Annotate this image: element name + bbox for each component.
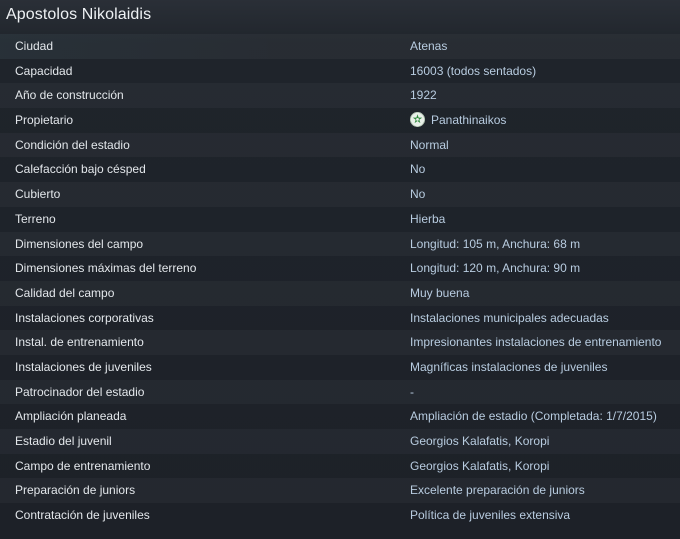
detail-row-cubierto: Cubierto No (0, 182, 680, 207)
detail-row-terreno: Terreno Hierba (0, 207, 680, 232)
detail-row-dimensiones-campo: Dimensiones del campo Longitud: 105 m, A… (0, 232, 680, 257)
detail-label: Condición del estadio (15, 137, 130, 152)
detail-value: Longitud: 120 m, Anchura: 90 m (410, 261, 581, 276)
detail-value: No (410, 162, 426, 177)
owner-club-link[interactable]: Panathinaikos (431, 113, 506, 127)
detail-label: Instal. de entrenamiento (15, 335, 144, 350)
detail-label: Calefacción bajo césped (15, 162, 146, 177)
detail-value: Magníficas instalaciones de juveniles (410, 359, 608, 374)
detail-label: Ciudad (15, 39, 54, 53)
panel-header: Apostolos Nikolaidis (0, 0, 680, 34)
youth-stadium-link[interactable]: Georgios Kalafatis, Koropi (410, 434, 549, 448)
detail-label: Propietario (15, 113, 74, 128)
detail-label: Instalaciones corporativas (15, 310, 154, 325)
detail-value: 1922 (410, 88, 437, 103)
detail-row-capacidad: Capacidad 16003 (todos sentados) (0, 59, 680, 84)
detail-row-instalaciones-juveniles: Instalaciones de juveniles Magníficas in… (0, 355, 680, 380)
detail-value: Normal (410, 137, 449, 152)
detail-row-instalaciones-corporativas: Instalaciones corporativas Instalaciones… (0, 306, 680, 331)
detail-label: Instalaciones de juveniles (15, 359, 152, 374)
detail-label: Estadio del juvenil (15, 434, 112, 448)
detail-label: Contratación de juveniles (15, 508, 150, 523)
detail-row-preparacion-juniors: Preparación de juniors Excelente prepara… (0, 478, 680, 503)
club-badge-icon (410, 111, 425, 127)
detail-row-condicion: Condición del estadio Normal (0, 133, 680, 158)
detail-label: Campo de entrenamiento (15, 458, 151, 473)
detail-value: Instalaciones municipales adecuadas (410, 310, 609, 325)
detail-value: Impresionantes instalaciones de entrenam… (410, 335, 662, 350)
detail-label: Cubierto (15, 187, 61, 202)
detail-label: Dimensiones máximas del terreno (15, 261, 197, 276)
detail-label: Capacidad (15, 63, 73, 78)
detail-label: Patrocinador del estadio (15, 384, 145, 399)
detail-value: Atenas (410, 39, 448, 53)
detail-value: Excelente preparación de juniors (410, 483, 585, 498)
detail-label: Preparación de juniors (15, 483, 136, 498)
detail-value: - (410, 384, 414, 399)
detail-row-instalaciones-entrenamiento: Instal. de entrenamiento Impresionantes … (0, 330, 680, 355)
detail-value: Ampliación de estadio (Completada: 1/7/2… (410, 409, 657, 424)
detail-row-ano-construccion: Año de construcción 1922 (0, 83, 680, 108)
detail-value: Muy buena (410, 285, 470, 300)
detail-value: Longitud: 105 m, Anchura: 68 m (410, 236, 581, 251)
detail-value: 16003 (todos sentados) (410, 63, 537, 78)
stadium-name-title: Apostolos Nikolaidis (6, 6, 152, 23)
detail-label: Calidad del campo (15, 285, 115, 300)
detail-row-patrocinador: Patrocinador del estadio - (0, 380, 680, 405)
detail-row-ampliacion: Ampliación planeada Ampliación de estadi… (0, 404, 680, 429)
detail-row-propietario: Propietario Panathinaikos (0, 108, 680, 133)
detail-label: Ampliación planeada (15, 409, 127, 424)
detail-row-campo-entrenamiento: Campo de entrenamiento Georgios Kalafati… (0, 454, 680, 479)
detail-row-calefaccion: Calefacción bajo césped No (0, 157, 680, 182)
detail-value: No (410, 187, 426, 202)
detail-label: Año de construcción (15, 88, 124, 103)
detail-row-contratacion-juveniles: Contratación de juveniles Política de ju… (0, 503, 680, 528)
detail-value: Hierba (410, 211, 446, 226)
detail-row-calidad-campo: Calidad del campo Muy buena (0, 281, 680, 306)
owner-club-value[interactable]: Panathinaikos (410, 111, 506, 127)
training-ground-link[interactable]: Georgios Kalafatis, Koropi (410, 459, 549, 473)
detail-row-dimensiones-maximas: Dimensiones máximas del terreno Longitud… (0, 256, 680, 281)
detail-label: Terreno (15, 211, 56, 226)
detail-value: Política de juveniles extensiva (410, 508, 571, 523)
detail-label: Dimensiones del campo (15, 236, 144, 251)
stadium-details-list: Ciudad Atenas Capacidad 16003 (todos sen… (0, 34, 680, 528)
stadium-info-panel: Apostolos Nikolaidis Ciudad Atenas Capac… (0, 0, 680, 539)
detail-row-ciudad: Ciudad Atenas (0, 34, 680, 59)
detail-row-estadio-juvenil: Estadio del juvenil Georgios Kalafatis, … (0, 429, 680, 454)
